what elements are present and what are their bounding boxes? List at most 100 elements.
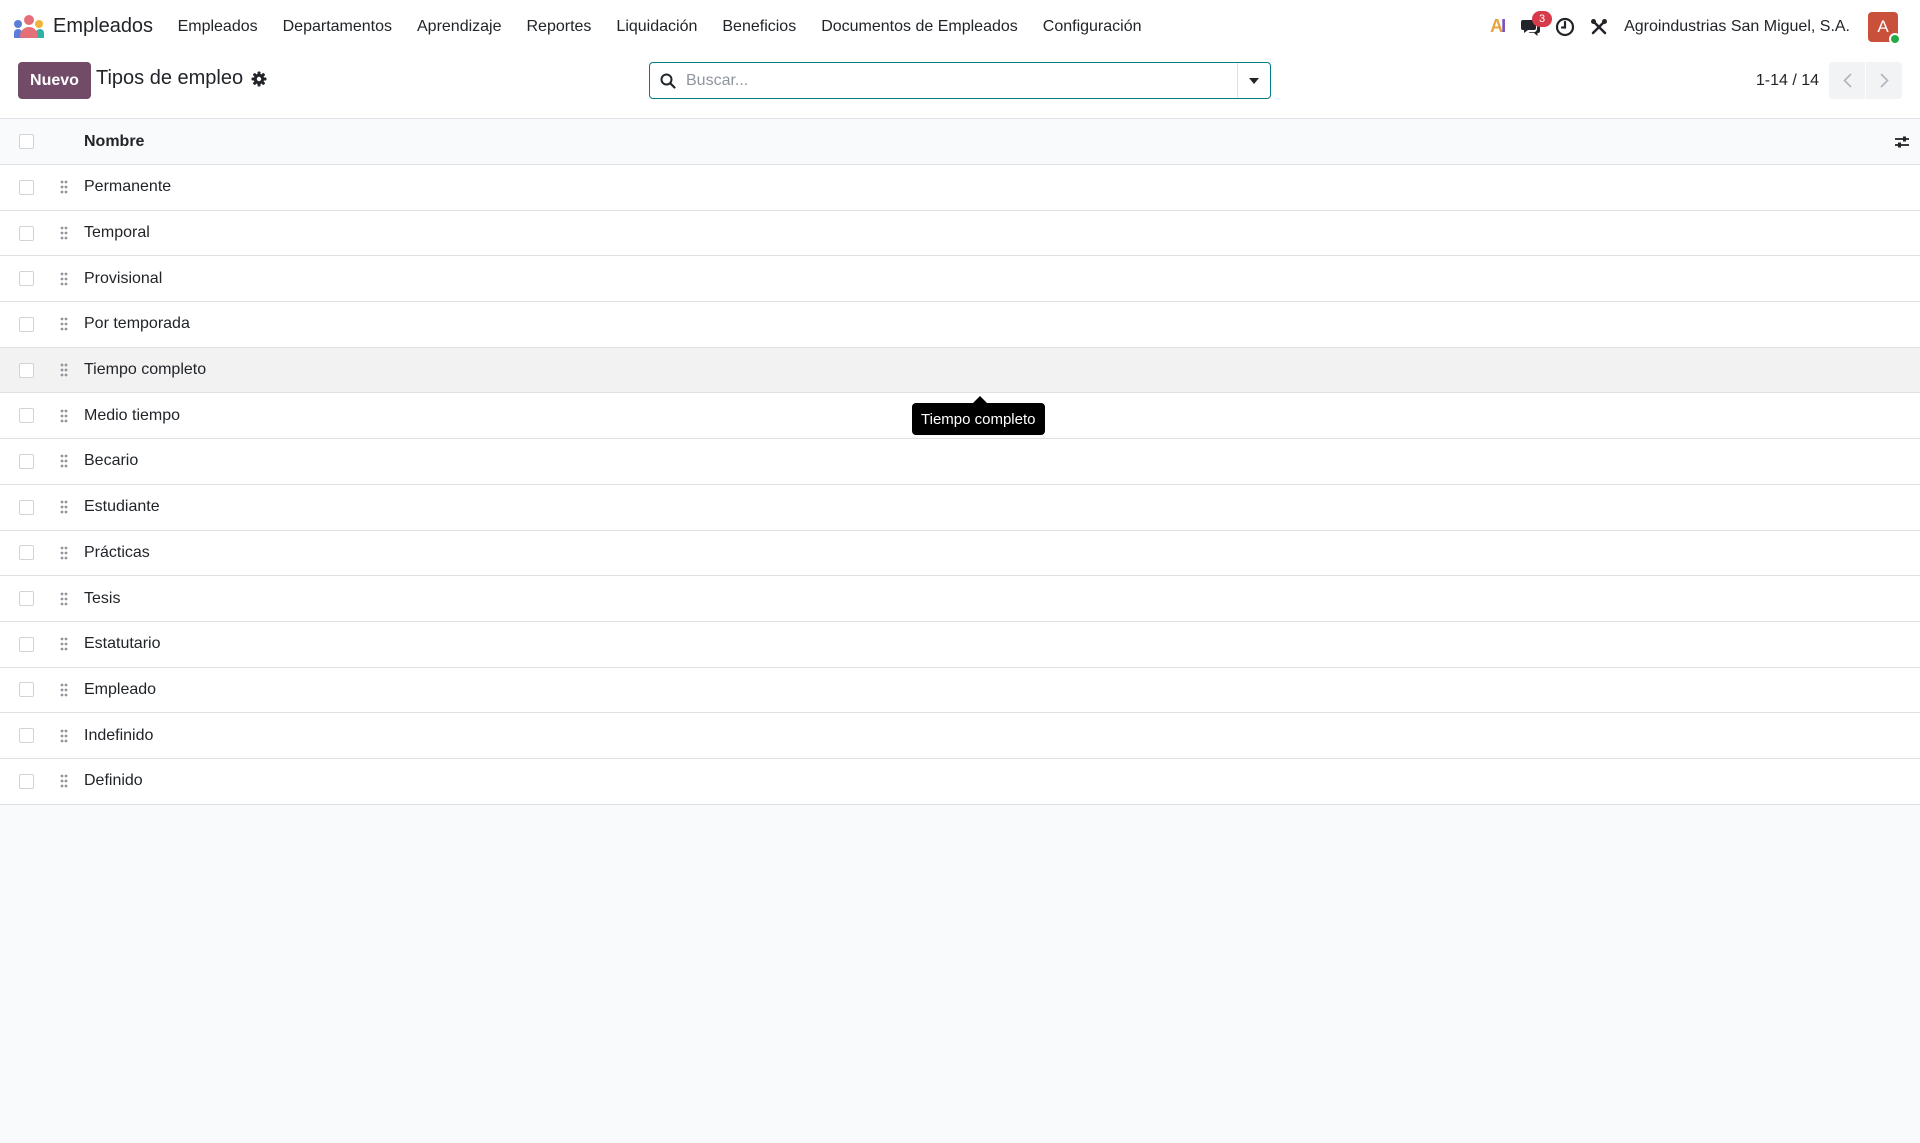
row-checkbox[interactable] [19,545,34,561]
row-checkbox[interactable] [19,316,34,332]
debug-tools-button[interactable] [1582,0,1616,53]
row-name[interactable]: Tiempo completo [84,361,206,379]
drag-handle-icon[interactable] [60,637,68,651]
row-name[interactable]: Permanente [84,178,171,196]
new-button[interactable]: Nuevo [18,62,91,99]
table-row[interactable]: Empleado [0,667,1920,714]
app-name[interactable]: Empleados [53,15,153,38]
table-row[interactable]: Provisional [0,256,1920,303]
menu-item-departamentos[interactable]: Departamentos [270,0,404,53]
row-tooltip: Tiempo completo [912,396,1045,435]
breadcrumb: Tipos de empleo [96,67,267,90]
table-row[interactable]: Por temporada [0,302,1920,348]
row-name[interactable]: Definido [84,772,143,790]
column-header-name[interactable]: Nombre [84,133,144,151]
messaging-button[interactable]: 3 [1514,0,1553,53]
row-name[interactable]: Temporal [84,224,150,242]
main-menu: Empleados Departamentos Aprendizaje Repo… [165,0,1154,53]
table-row[interactable]: Definido [0,758,1920,805]
drag-handle-icon[interactable] [60,500,68,514]
row-name[interactable]: Estatutario [84,635,160,653]
row-checkbox[interactable] [19,271,34,287]
drag-handle-icon[interactable] [60,409,68,423]
row-checkbox[interactable] [19,362,34,378]
drag-handle-icon[interactable] [60,272,68,286]
row-checkbox[interactable] [19,179,34,195]
row-checkbox[interactable] [19,225,34,241]
drag-handle-icon[interactable] [60,546,68,560]
top-navbar: Empleados Empleados Departamentos Aprend… [0,0,1920,53]
table-row[interactable]: Prácticas [0,530,1920,577]
search-options-toggle[interactable] [1237,63,1270,98]
menu-item-documentos[interactable]: Documentos de Empleados [809,0,1031,53]
optional-columns-icon[interactable] [1894,135,1910,149]
table-row[interactable]: Estatutario [0,621,1920,668]
caret-down-icon [1249,77,1259,84]
drag-handle-icon[interactable] [60,592,68,606]
row-checkbox[interactable] [19,773,34,789]
row-name[interactable]: Medio tiempo [84,407,180,425]
drag-handle-icon[interactable] [60,180,68,194]
ai-icon[interactable]: AI [1480,0,1514,53]
row-name[interactable]: Tesis [84,590,120,608]
menu-item-empleados[interactable]: Empleados [165,0,270,53]
table-row[interactable]: Estudiante [0,484,1920,531]
drag-handle-icon[interactable] [60,774,68,788]
table-row[interactable]: Indefinido [0,713,1920,759]
table-row[interactable]: Permanente [0,165,1920,211]
pager: 1-14 / 14 [1756,62,1902,99]
row-name[interactable]: Estudiante [84,498,160,516]
app-brand[interactable]: Empleados [14,0,165,53]
pager-next-button[interactable] [1866,62,1902,99]
search-icon [650,73,686,89]
menu-item-beneficios[interactable]: Beneficios [710,0,809,53]
search-input[interactable] [686,63,1237,98]
drag-handle-icon[interactable] [60,729,68,743]
page-title: Tipos de empleo [96,67,244,89]
table-row[interactable]: Becario [0,439,1920,485]
menu-item-configuracion[interactable]: Configuración [1030,0,1154,53]
pager-value[interactable]: 1-14 / 14 [1756,72,1819,90]
control-panel: Nuevo Tipos de empleo Buscar... 1-14 / 1… [0,53,1920,119]
row-name[interactable]: Provisional [84,270,162,288]
systray: AI 3 Agroindustrias San Miguel, S.A. A [1480,0,1920,53]
row-checkbox[interactable] [19,408,34,424]
employees-app-icon [14,14,44,39]
row-name[interactable]: Indefinido [84,727,153,745]
clock-icon [1556,17,1575,36]
row-checkbox[interactable] [19,728,34,744]
row-checkbox[interactable] [19,636,34,652]
menu-item-liquidacion[interactable]: Liquidación [604,0,710,53]
user-avatar[interactable]: A [1868,11,1901,45]
drag-handle-icon[interactable] [60,363,68,377]
drag-handle-icon[interactable] [60,317,68,331]
tools-icon [1591,18,1608,34]
menu-item-reportes[interactable]: Reportes [514,0,604,53]
select-all-checkbox[interactable] [19,134,34,149]
chevron-left-icon [1842,73,1852,88]
drag-handle-icon[interactable] [60,226,68,240]
drag-handle-icon[interactable] [60,683,68,697]
row-name[interactable]: Prácticas [84,544,150,562]
activities-button[interactable] [1548,0,1582,53]
list-header: Nombre [0,119,1920,165]
search-box [649,62,1271,99]
row-name[interactable]: Becario [84,452,138,470]
list-view: Nombre Permanente Temporal Provisional P… [0,119,1920,805]
row-checkbox[interactable] [19,453,34,469]
row-name[interactable]: Empleado [84,681,156,699]
table-row[interactable]: Tesis [0,576,1920,622]
row-checkbox[interactable] [19,591,34,607]
row-checkbox[interactable] [19,499,34,515]
presence-indicator [1889,32,1901,45]
row-checkbox[interactable] [19,682,34,698]
company-switcher[interactable]: Agroindustrias San Miguel, S.A. [1624,18,1850,36]
menu-item-aprendizaje[interactable]: Aprendizaje [405,0,515,53]
table-row[interactable]: Tiempo completo [0,347,1920,394]
pager-previous-button[interactable] [1829,62,1865,99]
table-row[interactable]: Temporal [0,210,1920,257]
drag-handle-icon[interactable] [60,454,68,468]
gear-icon[interactable] [251,71,267,87]
row-name[interactable]: Por temporada [84,315,190,333]
chevron-right-icon [1879,73,1889,88]
